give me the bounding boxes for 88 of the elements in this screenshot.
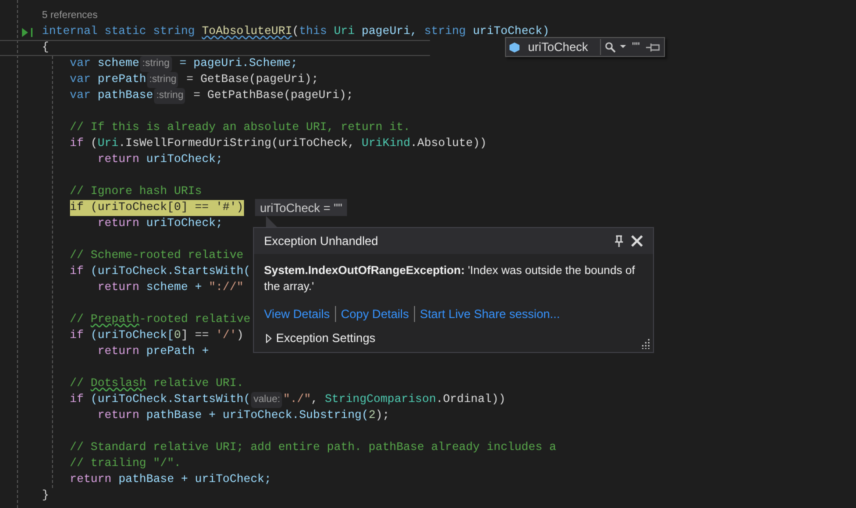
code-token: (	[292, 24, 300, 40]
code-token: UriKind	[362, 136, 410, 152]
code-token: Dotslash	[90, 376, 146, 392]
popup-title: Exception Unhandled	[264, 233, 378, 250]
code-token: uriToCheck;	[145, 152, 223, 168]
code-token: // trailing "/".	[70, 456, 181, 472]
variable-name: uriToCheck	[528, 39, 602, 55]
code-token: Prepath	[90, 312, 140, 328]
code-token: Uri	[98, 136, 118, 152]
code-token: }	[42, 488, 49, 504]
code-token: )	[236, 328, 244, 344]
cube-icon	[509, 42, 520, 52]
code-token: if	[70, 264, 84, 280]
code-token: if	[70, 328, 84, 344]
variable-value: ""	[632, 40, 640, 55]
code-token: return	[98, 344, 140, 360]
exception-settings-expander[interactable]: Exception Settings	[254, 329, 388, 347]
code-token: "./"	[283, 392, 311, 408]
code-token: var	[70, 56, 91, 72]
code-token: if	[70, 136, 84, 152]
code-token: if	[70, 392, 84, 408]
caret-icon[interactable]	[620, 45, 626, 49]
inlay-hint: :string	[154, 88, 186, 104]
variable-datatip: uriToCheck = ""	[255, 199, 348, 216]
code-token: 0	[174, 328, 181, 344]
code-token: .Absolute))	[410, 136, 487, 152]
resize-grip-icon[interactable]	[640, 339, 650, 349]
code-token: = pageUri.Scheme;	[178, 56, 298, 72]
code-token: StringComparison	[324, 392, 436, 408]
code-token: scheme	[96, 56, 140, 72]
code-token: string	[424, 24, 466, 40]
code-token: ] ==	[180, 328, 210, 344]
code-token: return	[70, 472, 112, 488]
inlay-hint: :string	[140, 56, 172, 72]
code-token: pathBase + uriToCheck;	[117, 472, 272, 488]
code-token: pageUri,	[360, 24, 418, 40]
search-icon[interactable]	[605, 42, 616, 52]
code-token: // Ignore hash URIs	[70, 184, 202, 200]
popup-link[interactable]: Start Live Share session...	[420, 305, 560, 323]
code-token: // Standard relative URI; add entire path. pathBase already includes a	[70, 440, 556, 456]
code-token: uriToCheck)	[472, 24, 550, 40]
code-token: '/'	[216, 328, 237, 344]
pin-icon[interactable]	[646, 42, 660, 52]
code-token: return	[98, 408, 140, 424]
exception-message: System.IndexOutOfRangeException: 'Index was outside the bounds of the array.'	[263, 264, 636, 295]
code-token: if (uriToCheck[0] == '#')	[70, 200, 244, 216]
code-token: //	[70, 376, 85, 392]
inlay-hint: value:	[251, 392, 282, 408]
code-token: .IsWellFormedUriString(uriToCheck,	[118, 136, 356, 152]
code-token: //	[70, 312, 85, 328]
code-token: = GetBase(pageUri);	[185, 72, 318, 88]
code-token: (uriToCheck.StartsWith(	[90, 392, 250, 408]
code-token: pathBase	[96, 88, 154, 104]
references-label[interactable]: 5 references	[42, 8, 98, 24]
code-token: pathBase + uriToCheck.Substring(	[145, 408, 369, 424]
code-token: // If this is already an absolute URI, return it.	[70, 120, 410, 136]
code-token: ,	[310, 392, 319, 408]
code-token: );	[376, 408, 390, 424]
code-token: (uriToCheck.StartsWith(	[90, 264, 250, 280]
code-token: = GetPathBase(pageUri);	[192, 88, 354, 104]
code-token: Uri	[334, 24, 355, 40]
expand-arrow-icon	[266, 334, 272, 342]
code-token: .Ordinal))	[436, 392, 506, 408]
run-to-click-icon[interactable]	[22, 28, 34, 37]
code-token: return	[98, 152, 140, 168]
code-token: prePath +	[145, 344, 209, 360]
code-token: return	[98, 280, 140, 296]
code-token: this	[299, 24, 328, 40]
close-icon[interactable]	[631, 235, 643, 247]
code-token: prePath	[96, 72, 146, 88]
code-token: internal static string	[42, 24, 196, 40]
inlay-hint: :string	[147, 72, 178, 88]
code-token: return	[98, 216, 140, 232]
code-token: var	[70, 72, 91, 88]
code-token: scheme +	[145, 280, 203, 296]
code-token: "://"	[208, 280, 244, 296]
code-token: uriToCheck;	[145, 216, 223, 232]
code-token: (	[90, 136, 98, 152]
code-token: {	[42, 40, 49, 56]
popup-link[interactable]: Copy Details	[340, 305, 409, 323]
code-token: 2	[368, 408, 376, 424]
code-token: -rooted relative	[139, 312, 250, 328]
code-token: (uriToCheck[	[90, 328, 174, 344]
code-token: ToAbsoluteURI	[202, 24, 292, 40]
code-token: relative URI.	[152, 376, 244, 392]
code-token: // Scheme-rooted relative	[70, 248, 244, 264]
code-token: var	[70, 88, 91, 104]
popup-link[interactable]: View Details	[264, 305, 330, 323]
